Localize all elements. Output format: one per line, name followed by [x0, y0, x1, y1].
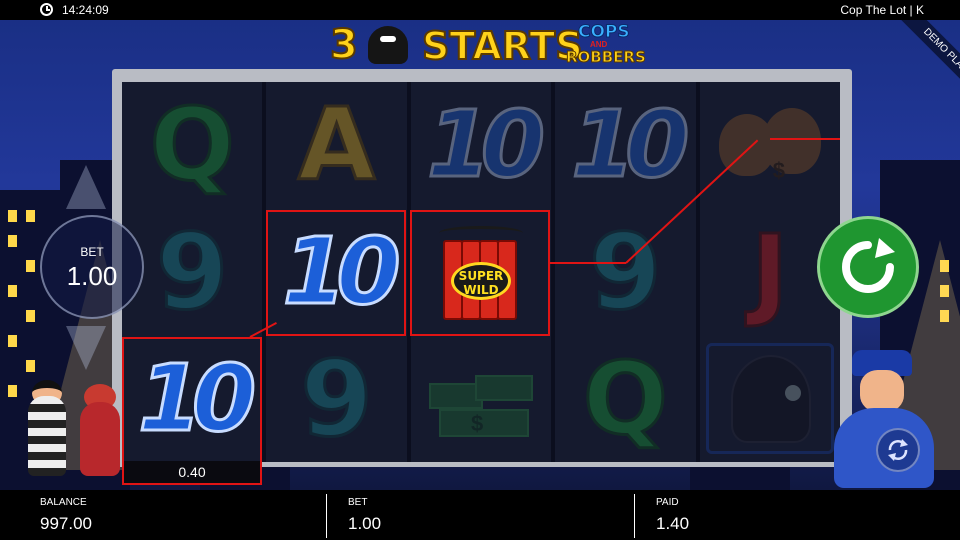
divider — [326, 494, 327, 538]
bet-decrease-arrow-icon[interactable] — [66, 326, 106, 370]
status-bar: 14:24:09 Cop The Lot | K — [0, 0, 960, 20]
balance-value: 997.00 — [40, 514, 92, 533]
title-helmet-icon — [368, 26, 408, 64]
symbol-j: J — [750, 212, 790, 330]
reel-cell: 10 — [411, 82, 551, 209]
reel-cell: A — [266, 82, 406, 209]
win-amount: 0.40 — [122, 461, 262, 485]
symbol-9: 9 — [154, 210, 229, 333]
game-name: Cop The Lot | K — [840, 3, 924, 17]
reel-cell: Q — [122, 82, 262, 209]
clock-icon — [40, 3, 53, 16]
symbol-9: 9 — [299, 337, 374, 460]
bet-section: BET 1.00 — [328, 490, 634, 540]
autoplay-icon — [888, 439, 908, 461]
win-highlight-reel3 — [410, 210, 550, 336]
symbol-9: 9 — [588, 210, 663, 333]
symbol-a: A — [296, 86, 376, 204]
spin-arrow-icon — [842, 238, 895, 293]
reel-cell: Q — [555, 335, 695, 462]
reel-4: 10 9 Q — [555, 82, 696, 462]
divider — [634, 494, 635, 538]
bet-selector[interactable]: BET 1.00 — [40, 215, 144, 319]
brand-cops: COPS — [578, 22, 631, 43]
title-number: 3 — [329, 21, 359, 69]
win-highlight-reel1 — [122, 337, 262, 463]
win-highlight-reel2 — [266, 210, 406, 336]
balance-section: BALANCE 997.00 — [20, 490, 326, 540]
symbol-q: Q — [581, 339, 669, 457]
symbol-q: Q — [148, 86, 236, 204]
info-bar: BALANCE 997.00 BET 1.00 PAID 1.40 — [20, 490, 940, 540]
robbers-characters — [14, 380, 134, 490]
bet-value: 1.00 — [348, 514, 382, 533]
cop-character — [830, 350, 940, 490]
bet-label: BET — [348, 497, 368, 508]
autoplay-button[interactable] — [876, 428, 920, 472]
title-word: STARTS — [421, 23, 584, 69]
money-bags-icon: $ — [715, 100, 825, 190]
paid-value: 1.40 — [656, 514, 690, 533]
game-title-logo: 3 STARTS COPS AND ROBBERS — [329, 21, 646, 69]
police-helmet-icon — [715, 349, 825, 449]
bet-increase-arrow-icon[interactable] — [66, 165, 106, 209]
reel-cell: 10 — [555, 82, 695, 209]
paid-label: PAID — [656, 497, 679, 508]
reel-cell: 9 — [266, 335, 406, 462]
bet-selector-value: 1.00 — [66, 261, 118, 291]
cash-stacks-icon: $ — [425, 353, 537, 445]
symbol-10: 10 — [425, 91, 546, 199]
payline — [770, 138, 840, 140]
reel-cell: 9 — [555, 209, 695, 336]
reel-cell — [700, 335, 840, 462]
payline — [550, 262, 626, 264]
reel-cell: $ — [411, 335, 551, 462]
balance-label: BALANCE — [40, 497, 87, 508]
paid-section: PAID 1.40 — [636, 490, 936, 540]
symbol-10: 10 — [570, 91, 691, 199]
reel-cell: $ — [700, 82, 840, 209]
status-time: 14:24:09 — [62, 3, 109, 17]
spin-button[interactable] — [817, 216, 919, 318]
bet-selector-label: BET — [80, 245, 104, 259]
